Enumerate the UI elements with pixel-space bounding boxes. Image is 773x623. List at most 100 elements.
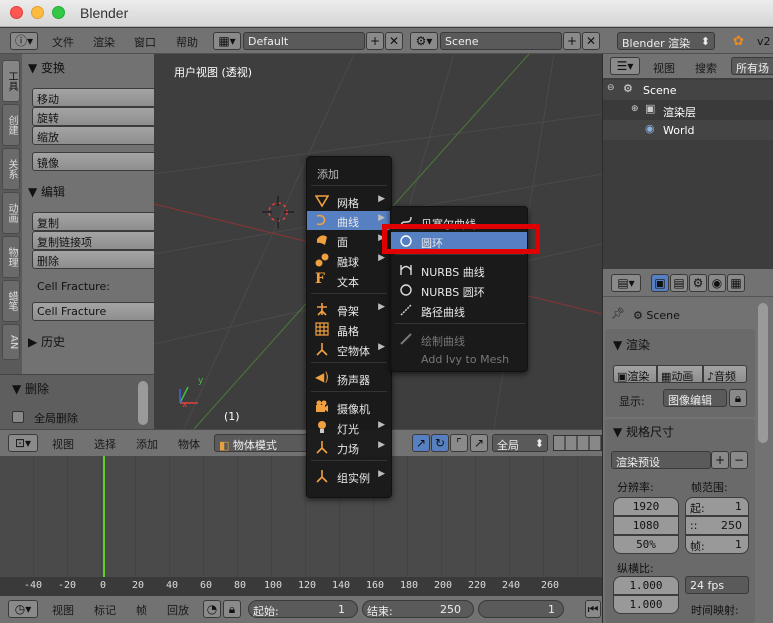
manipulator-rotate-icon[interactable]: ↻ bbox=[431, 434, 449, 452]
scene-field[interactable]: Scene bbox=[440, 32, 562, 50]
duplicate-button[interactable]: 复制 bbox=[32, 212, 156, 231]
add-menu-forcefield[interactable]: 力场 ▶ bbox=[307, 438, 391, 457]
scale-button[interactable]: 缩放 bbox=[32, 126, 156, 145]
manipulator-translate-icon[interactable]: ↗ bbox=[412, 434, 430, 452]
add-menu-empty[interactable]: 空物体 ▶ bbox=[307, 340, 391, 359]
add-menu-lattice[interactable]: 晶格 bbox=[307, 320, 391, 339]
add-path-curve[interactable]: 路径曲线 bbox=[391, 301, 527, 320]
aspect-x-field[interactable]: 1.000 bbox=[613, 576, 679, 595]
tab-tools[interactable]: 工具 bbox=[2, 60, 20, 102]
current-frame-field[interactable]: 1 bbox=[478, 600, 564, 618]
timeline-menu-marker[interactable]: 标记 bbox=[94, 602, 116, 618]
render-panel-header[interactable]: ▼ 渲染 bbox=[613, 336, 650, 353]
properties-scrollbar[interactable] bbox=[758, 303, 768, 443]
add-nurbs-circle[interactable]: NURBS 圆环 bbox=[391, 281, 527, 300]
timeline-menu-view[interactable]: 视图 bbox=[52, 602, 74, 618]
add-menu-armature[interactable]: 骨架 ▶ bbox=[307, 300, 391, 319]
add-menu-lamp[interactable]: 灯光 ▶ bbox=[307, 418, 391, 437]
add-preset-button[interactable]: + bbox=[711, 451, 729, 469]
operator-scrollbar[interactable] bbox=[138, 381, 148, 425]
menu-view[interactable]: 视图 bbox=[52, 436, 74, 452]
preview-range-icon[interactable]: ◔ bbox=[203, 600, 221, 618]
resolution-percent-field[interactable]: 50% bbox=[613, 535, 679, 554]
outliner-row-world[interactable]: ◉ World bbox=[603, 120, 773, 140]
menu-render[interactable]: 渲染 bbox=[93, 34, 115, 50]
outliner-row-scene[interactable]: ⊖ ⚙ Scene bbox=[603, 80, 773, 100]
menu-add[interactable]: 添加 bbox=[136, 436, 158, 452]
timeline-menu-frame[interactable]: 帧 bbox=[136, 602, 147, 618]
minimize-window-button[interactable] bbox=[31, 6, 44, 19]
fps-select[interactable]: 24 fps bbox=[685, 576, 749, 594]
remove-preset-button[interactable]: − bbox=[730, 451, 748, 469]
renderlayer-tab-icon[interactable]: ▤ bbox=[670, 274, 688, 292]
add-menu-metaball[interactable]: 融球 ▶ bbox=[307, 251, 391, 270]
resolution-x-field[interactable]: 1920 bbox=[613, 497, 679, 516]
aspect-y-field[interactable]: 1.000 bbox=[613, 595, 679, 614]
resolution-y-field[interactable]: 1080 bbox=[613, 516, 679, 535]
editor-type-outliner-button[interactable]: ☰▾ bbox=[610, 57, 640, 75]
remove-layout-button[interactable]: ✕ bbox=[385, 32, 403, 50]
outliner-row-renderlayers[interactable]: ⊕ ▣ 渲染层 bbox=[603, 100, 773, 120]
tab-relations[interactable]: 关系 bbox=[2, 148, 20, 190]
screen-layout-icon[interactable]: ▦▾ bbox=[213, 32, 241, 50]
render-preset-select[interactable]: 渲染预设 bbox=[611, 451, 711, 469]
mirror-button[interactable]: 镜像 bbox=[32, 152, 156, 171]
render-tab-icon[interactable]: ▣ bbox=[651, 274, 669, 292]
editor-type-info-button[interactable]: ⓘ▾ bbox=[10, 32, 38, 50]
outliner-menu-search[interactable]: 搜索 bbox=[695, 60, 717, 76]
frame-step-field[interactable]: 帧: 1 bbox=[685, 535, 749, 554]
add-menu-camera[interactable]: 摄像机 bbox=[307, 398, 391, 417]
editor-type-properties-button[interactable]: ▤▾ bbox=[611, 274, 641, 292]
add-menu-mesh[interactable]: 网格 ▶ bbox=[307, 192, 391, 211]
mode-select[interactable]: ◧ 物体模式 bbox=[214, 434, 308, 452]
editor-type-timeline-button[interactable]: ◷▾ bbox=[8, 600, 38, 618]
tab-animation[interactable]: 动画 bbox=[2, 192, 20, 234]
add-nurbs-curve[interactable]: NURBS 曲线 bbox=[391, 261, 527, 280]
scene-tab-icon[interactable]: ⚙ bbox=[689, 274, 707, 292]
move-button[interactable]: 移动 bbox=[32, 88, 156, 107]
render-engine-select[interactable]: Blender 渲染 ⬍ bbox=[617, 32, 715, 50]
zoom-window-button[interactable] bbox=[52, 6, 65, 19]
remove-scene-button[interactable]: ✕ bbox=[582, 32, 600, 50]
rotate-button[interactable]: 旋转 bbox=[32, 107, 156, 126]
add-menu-text[interactable]: F 文本 bbox=[307, 271, 391, 290]
add-menu-curve[interactable]: 曲线 ▶ bbox=[307, 211, 391, 230]
add-menu-surface[interactable]: 面 ▶ bbox=[307, 231, 391, 250]
global-delete-checkbox[interactable] bbox=[12, 411, 24, 423]
frame-end-field[interactable]: :: 250 bbox=[685, 516, 749, 535]
add-menu-speaker[interactable]: ◀) 扬声器 bbox=[307, 369, 391, 388]
start-frame-field[interactable]: 起始: 1 bbox=[248, 600, 358, 618]
transform-orientation-select[interactable]: 全局 ⬍ bbox=[492, 434, 548, 452]
playhead-indicator[interactable] bbox=[103, 456, 105, 591]
cell-fracture-button[interactable]: Cell Fracture bbox=[32, 302, 156, 321]
add-menu-group-instance[interactable]: 组实例 ▶ bbox=[307, 467, 391, 486]
3d-cursor-icon[interactable] bbox=[262, 196, 294, 228]
menu-window[interactable]: 窗口 bbox=[134, 34, 156, 50]
menu-help[interactable]: 帮助 bbox=[176, 34, 198, 50]
texture-tab-icon[interactable]: ▦ bbox=[727, 274, 745, 292]
screen-layout-field[interactable]: Default bbox=[243, 32, 365, 50]
outliner-filter-select[interactable]: 所有场 bbox=[731, 57, 773, 75]
jump-start-icon[interactable]: ⏮ bbox=[585, 600, 601, 618]
transform-panel-header[interactable]: ▼ 变换 bbox=[28, 59, 65, 76]
layer-buttons[interactable] bbox=[553, 435, 602, 451]
render-animation-button[interactable]: ▦动画 bbox=[657, 365, 703, 383]
render-image-button[interactable]: ▣渲染 bbox=[613, 365, 657, 383]
add-scene-button[interactable]: + bbox=[563, 32, 581, 50]
add-layout-button[interactable]: + bbox=[366, 32, 384, 50]
world-tab-icon[interactable]: ◉ bbox=[708, 274, 726, 292]
manipulator-scale-icon[interactable]: ⌜ bbox=[450, 434, 468, 452]
tab-physics[interactable]: 物理 bbox=[2, 236, 20, 278]
tab-grease-pencil[interactable]: 蜡笔 bbox=[2, 280, 20, 322]
outliner-menu-view[interactable]: 视图 bbox=[653, 60, 675, 76]
delete-operator-header[interactable]: ▼ 删除 bbox=[12, 380, 49, 397]
timeline-menu-playback[interactable]: 回放 bbox=[167, 602, 189, 618]
menu-object[interactable]: 物体 bbox=[178, 436, 200, 452]
pin-icon[interactable]: 📌︎ bbox=[611, 307, 625, 320]
display-select[interactable]: 图像编辑 bbox=[663, 389, 727, 407]
close-window-button[interactable] bbox=[10, 6, 23, 19]
frame-start-field[interactable]: 起: 1 bbox=[685, 497, 749, 516]
timeline-editor[interactable]: -40 -20 0 20 40 60 80 100 120 140 160 18… bbox=[0, 456, 602, 596]
editor-type-3dview-button[interactable]: ⊡▾ bbox=[8, 434, 38, 452]
menu-file[interactable]: 文件 bbox=[52, 34, 74, 50]
